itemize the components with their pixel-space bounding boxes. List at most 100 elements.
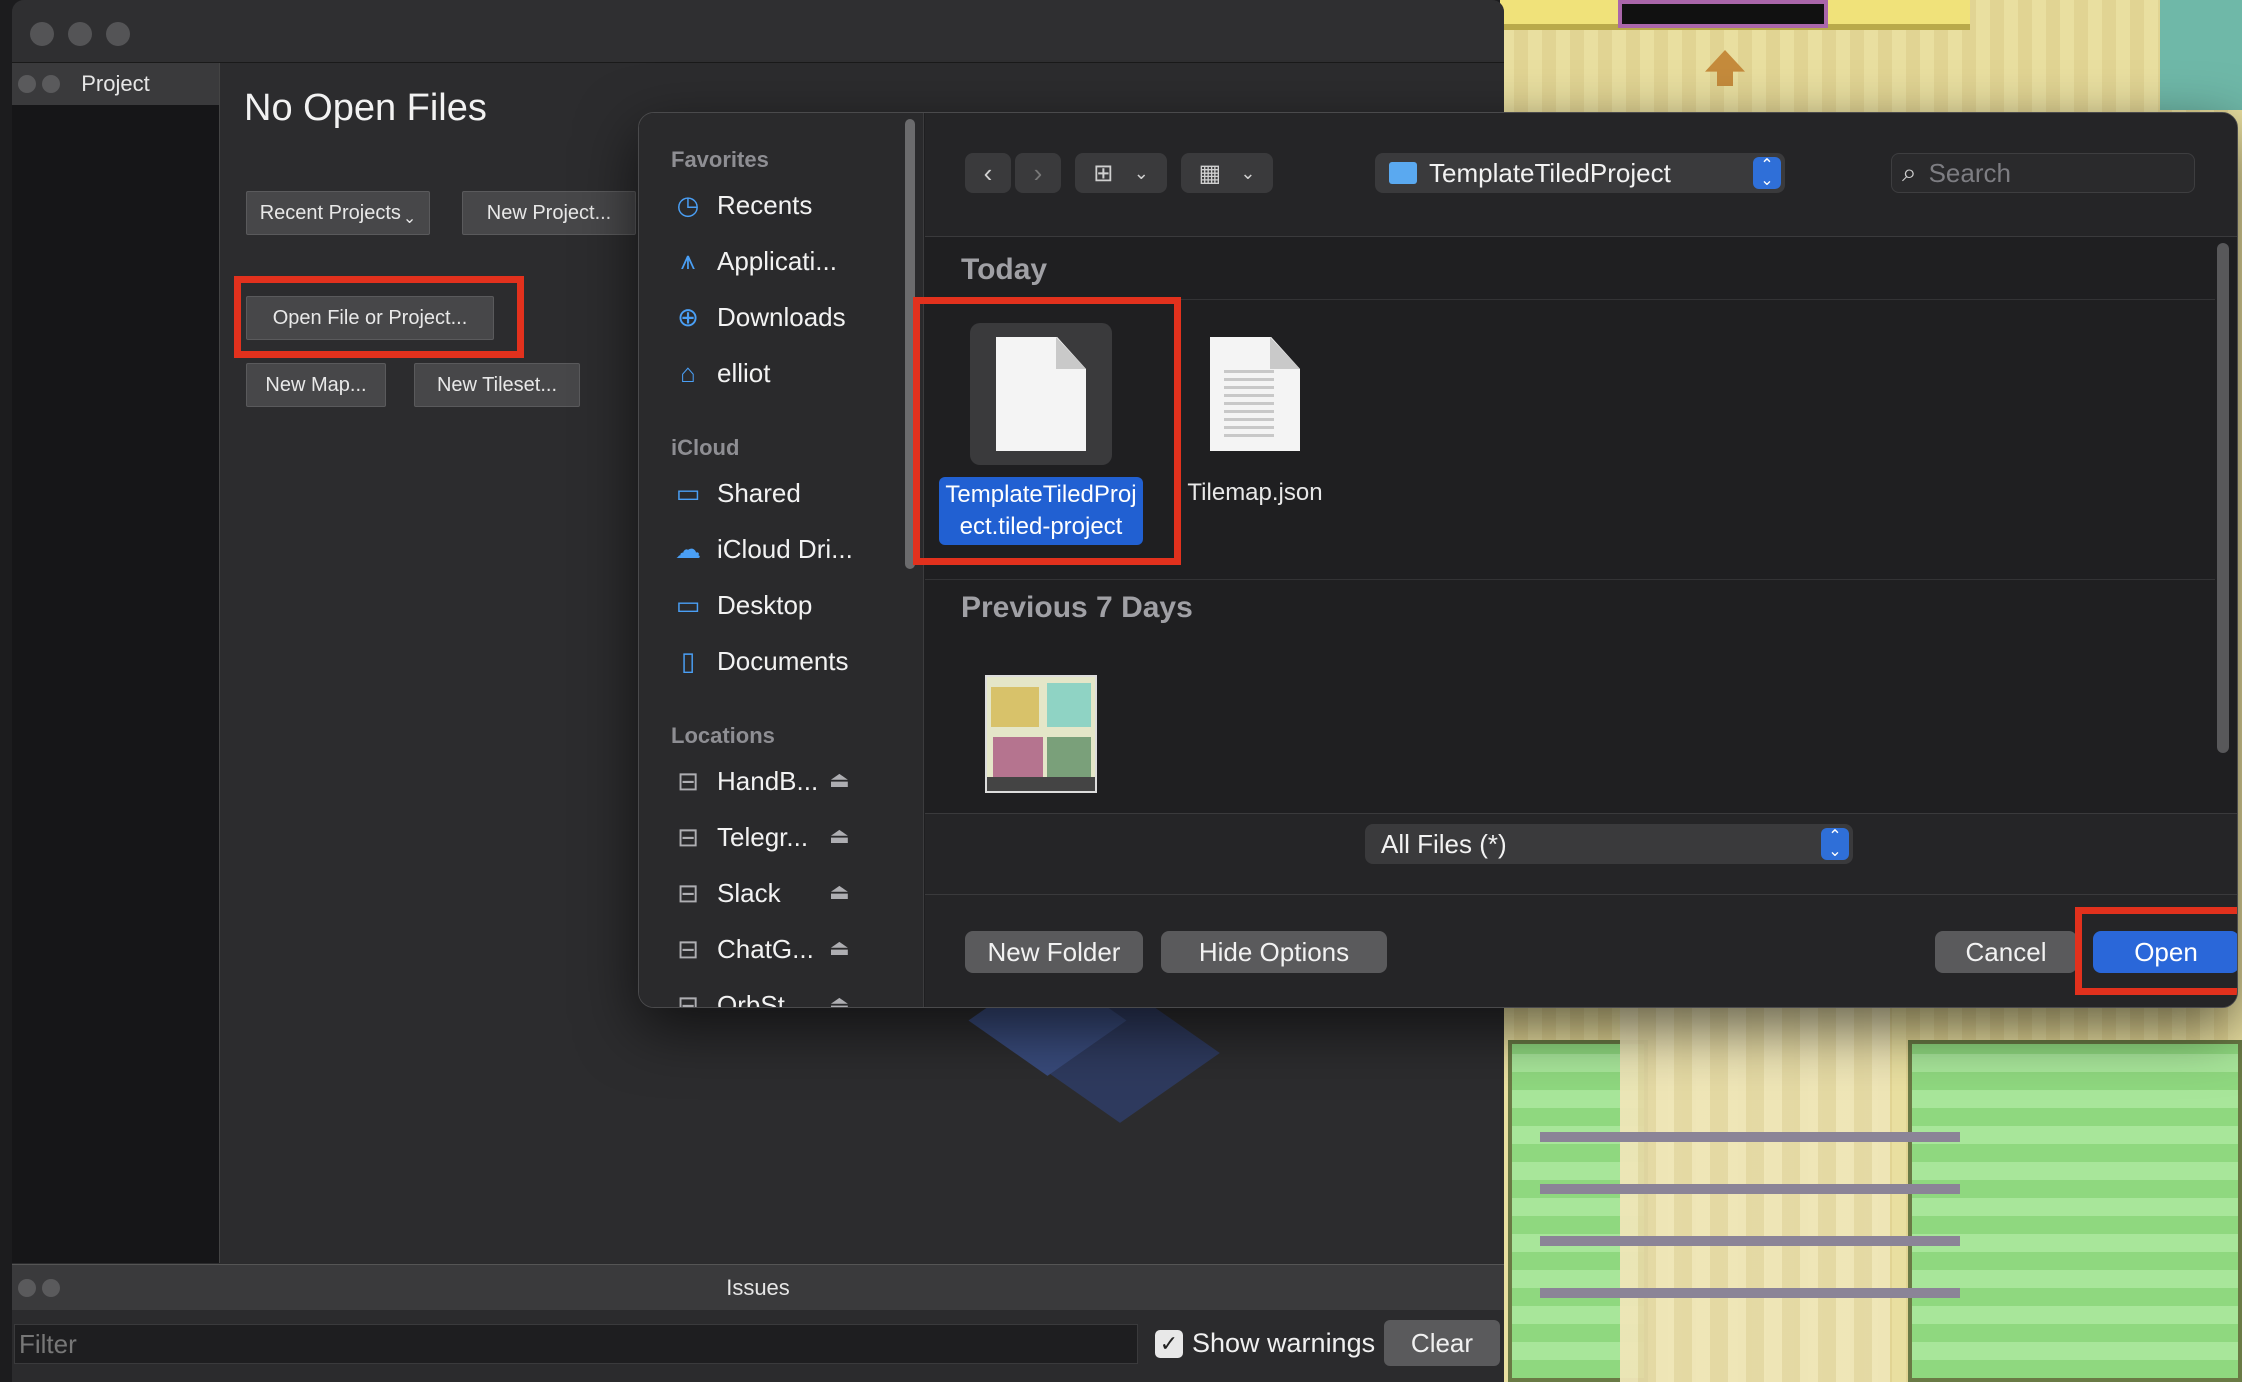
issues-filter-input[interactable]: Filter — [14, 1324, 1138, 1364]
icloud-header: iCloud — [671, 435, 740, 460]
file-item-tiled-project[interactable]: TemplateTiledProj ect.tiled-project — [931, 323, 1151, 545]
sidebar-item-label: Telegr... — [717, 821, 809, 852]
sidebar-item-desktop[interactable]: ▭ Desktop — [671, 585, 813, 625]
back-button[interactable]: ‹ — [965, 153, 1011, 193]
eject-icon[interactable]: ⏏ — [829, 767, 850, 793]
desktop-icon: ▭ — [675, 589, 701, 620]
options-divider — [925, 894, 2237, 895]
sidebar-item-home[interactable]: ⌂ elliot — [671, 353, 770, 393]
group-view-button[interactable]: ▦ ⌄ — [1181, 153, 1273, 193]
document-icon: ▯ — [680, 645, 696, 676]
up-down-chevron-icon: ⌃ ⌄ — [1821, 828, 1849, 860]
sidebar-item-label: iCloud Dri... — [717, 533, 853, 564]
up-down-chevron-icon: ⌃ ⌄ — [1753, 157, 1781, 189]
search-placeholder: Search — [1928, 157, 2011, 188]
sidebar-item-location[interactable]: ⊟ ChatG... — [671, 929, 814, 969]
eject-icon[interactable]: ⏏ — [829, 935, 850, 961]
sidebar-item-location[interactable]: ⊟ HandB... — [671, 761, 818, 801]
drive-icon: ⊟ — [677, 933, 699, 964]
eject-icon[interactable]: ⏏ — [829, 991, 850, 1007]
new-project-button[interactable]: New Project... — [462, 191, 636, 235]
show-warnings-checkbox[interactable]: ✓ — [1155, 1330, 1183, 1358]
new-map-button[interactable]: New Map... — [246, 363, 386, 407]
drive-icon: ⊟ — [677, 821, 699, 852]
current-folder-label: TemplateTiledProject — [1429, 157, 1671, 188]
sidebar-item-shared[interactable]: ▭ Shared — [671, 473, 801, 513]
home-icon: ⌂ — [680, 357, 696, 388]
new-tileset-button[interactable]: New Tileset... — [414, 363, 580, 407]
panel-float-icon[interactable] — [42, 75, 60, 93]
drive-icon: ⊟ — [677, 989, 699, 1008]
sidebar-item-location[interactable]: ⊟ Slack — [671, 873, 781, 913]
favorites-header: Favorites — [671, 147, 769, 172]
forward-button[interactable]: › — [1015, 153, 1061, 193]
minimize-window-button[interactable] — [68, 22, 92, 46]
file-item-tilemap-json[interactable]: Tilemap.json — [1145, 325, 1365, 507]
sidebar-item-location[interactable]: ⊟ Telegr... — [671, 817, 808, 857]
file-name-label: Tilemap.json — [1187, 479, 1323, 506]
content-scrollbar[interactable] — [2217, 243, 2229, 753]
folder-path-popup[interactable]: TemplateTiledProject ⌃ ⌄ — [1375, 153, 1785, 193]
no-open-files-title: No Open Files — [244, 87, 487, 129]
cloud-icon: ☁ — [675, 533, 701, 564]
map-water — [2160, 0, 2242, 110]
zoom-window-button[interactable] — [106, 22, 130, 46]
clock-icon: ◷ — [676, 189, 700, 220]
tileset-image-thumbnail[interactable] — [985, 675, 1097, 793]
download-icon: ⊕ — [677, 301, 699, 332]
clear-issues-button[interactable]: Clear — [1384, 1320, 1500, 1366]
sidebar-item-downloads[interactable]: ⊕ Downloads — [671, 297, 846, 337]
locations-header: Locations — [671, 723, 775, 748]
issues-title: Issues — [726, 1274, 790, 1300]
map-door — [1618, 0, 1828, 28]
file-name-line1: TemplateTiledProj — [945, 481, 1137, 508]
panel-float-icon[interactable] — [42, 1279, 60, 1297]
eject-icon[interactable]: ⏏ — [829, 879, 850, 905]
eject-icon[interactable]: ⏏ — [829, 823, 850, 849]
sidebar-item-label: ChatG... — [717, 933, 814, 964]
sidebar-item-label: Slack — [717, 877, 781, 908]
open-button[interactable]: Open — [2093, 931, 2237, 973]
section-divider — [925, 579, 2215, 580]
open-file-or-project-button[interactable]: Open File or Project... — [246, 296, 494, 340]
panel-close-icon[interactable] — [18, 75, 36, 93]
icon-view-button[interactable]: ⊞ ⌄ — [1075, 153, 1167, 193]
sidebar-item-icloud-drive[interactable]: ☁ iCloud Dri... — [671, 529, 853, 569]
file-type-popup[interactable]: All Files (*) ⌃ ⌄ — [1365, 824, 1853, 864]
map-arrow — [1705, 50, 1745, 86]
close-window-button[interactable] — [30, 22, 54, 46]
cancel-button[interactable]: Cancel — [1935, 931, 2077, 973]
search-input[interactable]: ⌕ Search — [1891, 153, 2195, 193]
screen: Project No Open Files Recent Projects ⌄ … — [0, 0, 2242, 1382]
window-titlebar — [12, 0, 1504, 63]
file-type-label: All Files (*) — [1381, 828, 1507, 859]
sidebar-item-label: OrbSt... — [717, 989, 807, 1008]
sidebar-item-label: Shared — [717, 477, 801, 508]
drive-icon: ⊟ — [677, 765, 699, 796]
new-folder-button[interactable]: New Folder — [965, 931, 1143, 973]
recent-projects-label: Recent Projects — [259, 201, 401, 224]
search-icon: ⌕ — [1902, 157, 1917, 187]
grid-icon: ⊞ — [1093, 159, 1114, 187]
sidebar-item-label: Desktop — [717, 589, 813, 620]
sidebar-item-recents[interactable]: ◷ Recents — [671, 185, 813, 225]
sidebar-item-applications[interactable]: ⩚ Applicati... — [671, 241, 837, 281]
sidebar-item-location[interactable]: ⊟ OrbSt... — [671, 985, 807, 1008]
sidebar-item-label: elliot — [717, 357, 771, 388]
file-name-label: TemplateTiledProj ect.tiled-project — [939, 477, 1143, 545]
chevron-down-icon: ⌄ — [402, 210, 417, 227]
dialog-content: ‹ › ⊞ ⌄ ▦ ⌄ TemplateTiledProject ⌃ ⌄ ⌕ Sear… — [913, 113, 2237, 1007]
chevron-down-icon: ⌄ — [1133, 162, 1149, 183]
sidebar-item-label: Documents — [717, 645, 849, 676]
json-file-icon — [1210, 337, 1300, 451]
panel-close-icon[interactable] — [18, 1279, 36, 1297]
dialog-toolbar: ‹ › ⊞ ⌄ ▦ ⌄ TemplateTiledProject ⌃ ⌄ ⌕ Sear… — [925, 113, 2237, 237]
hide-options-button[interactable]: Hide Options — [1161, 931, 1387, 973]
chevron-right-icon: › — [1033, 157, 1043, 188]
sidebar-item-documents[interactable]: ▯ Documents — [671, 641, 849, 681]
dialog-options-area: All Files (*) ⌃ ⌄ New Folder Hide Options… — [925, 813, 2237, 1007]
project-tab[interactable]: Project — [12, 63, 219, 105]
project-panel: Project — [12, 63, 220, 1263]
section-previous-7-days: Previous 7 Days — [961, 591, 1193, 624]
recent-projects-button[interactable]: Recent Projects ⌄ — [246, 191, 430, 235]
